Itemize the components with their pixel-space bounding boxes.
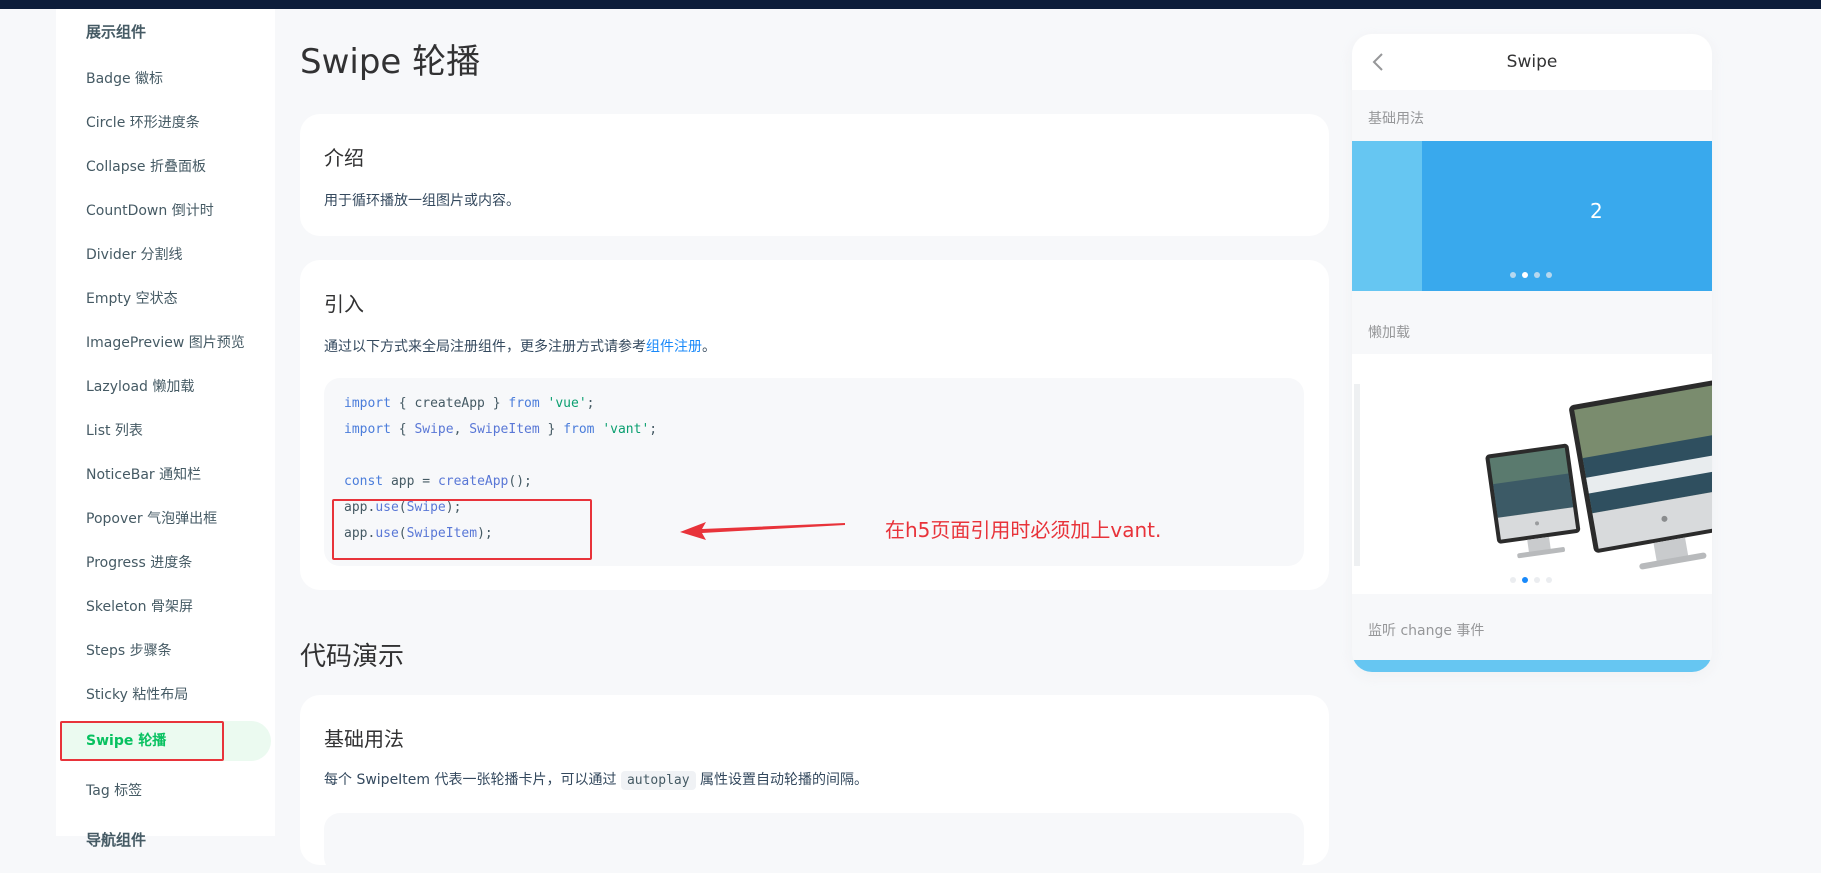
nav-group-title-next: 导航组件 (86, 831, 147, 849)
sidebar-item-steps[interactable]: Steps 步骤条 (86, 629, 256, 673)
demo-label-basic: 基础用法 (1368, 111, 1424, 127)
basic-text: 每个 SwipeItem 代表一张轮播卡片，可以通过 autoplay 属性设置… (324, 769, 869, 790)
intro-card: 介绍 用于循环播放一组图片或内容。 (300, 114, 1329, 236)
sidebar-item-list[interactable]: List 列表 (86, 409, 256, 453)
code-line: import { createApp } from 'vue'; (344, 396, 595, 411)
sidebar-nav: 展示组件 Badge 徽标 Circle 环形进度条 Collapse 折叠面板… (56, 9, 275, 849)
sidebar-item-skeleton[interactable]: Skeleton 骨架屏 (86, 585, 256, 629)
basic-text-after: 属性设置自动轮播的间隔。 (700, 772, 869, 788)
swipe-slide-number: 2 (1590, 199, 1603, 223)
page-title: Swipe 轮播 (300, 42, 481, 82)
nav-group-title: 展示组件 (86, 23, 147, 41)
sidebar-item-sticky[interactable]: Sticky 粘性布局 (86, 673, 256, 717)
indicator-dot (1510, 577, 1516, 583)
imac-image (1354, 380, 1712, 570)
indicator-dot (1534, 272, 1540, 278)
demo-label-change: 监听 change 事件 (1368, 623, 1485, 639)
component-register-link[interactable]: 组件注册 (646, 339, 702, 355)
intro-text: 用于循环播放一组图片或内容。 (324, 193, 520, 209)
top-bar (0, 0, 1821, 9)
sidebar-item-tag[interactable]: Tag 标签 (86, 769, 256, 813)
swipe-prev-slide (1352, 141, 1422, 291)
import-heading: 引入 (324, 292, 364, 316)
sidebar-item-empty[interactable]: Empty 空状态 (86, 277, 256, 321)
import-text-before: 通过以下方式来全局注册组件，更多注册方式请参考 (324, 339, 646, 355)
sidebar-item-lazyload[interactable]: Lazyload 懒加载 (86, 365, 256, 409)
code-line: import { Swipe, SwipeItem } from 'vant'; (344, 422, 658, 437)
demo-section-title: 代码演示 (300, 642, 405, 672)
swipe-indicators (1510, 272, 1552, 278)
demo-label-lazyload: 懒加载 (1368, 325, 1410, 341)
sidebar-item-progress[interactable]: Progress 进度条 (86, 541, 256, 585)
sidebar-highlight-box (60, 721, 224, 761)
sidebar-item-circle[interactable]: Circle 环形进度条 (86, 101, 256, 145)
sidebar-item-popover[interactable]: Popover 气泡弹出框 (86, 497, 256, 541)
preview-title: Swipe (1506, 52, 1558, 72)
inline-code-autoplay: autoplay (620, 771, 696, 790)
indicator-dot-active (1522, 272, 1528, 278)
sidebar-item-imagepreview[interactable]: ImagePreview 图片预览 (86, 321, 256, 365)
import-text: 通过以下方式来全局注册组件，更多注册方式请参考组件注册。 (324, 336, 716, 356)
indicator-dot (1546, 272, 1552, 278)
indicator-dot (1546, 577, 1552, 583)
basic-usage-card: 基础用法 每个 SwipeItem 代表一张轮播卡片，可以通过 autoplay… (300, 695, 1329, 873)
intro-heading: 介绍 (324, 146, 364, 170)
basic-text-before: 每个 SwipeItem 代表一张轮播卡片，可以通过 (324, 772, 617, 788)
lazyload-swipe[interactable] (1352, 354, 1712, 594)
code-highlight-box (332, 499, 592, 560)
indicator-dot (1534, 577, 1540, 583)
sidebar-item-collapse[interactable]: Collapse 折叠面板 (86, 145, 256, 189)
basic-swipe[interactable]: 2 (1352, 141, 1712, 291)
import-text-after: 。 (702, 339, 716, 355)
indicator-dot-active (1522, 577, 1528, 583)
indicator-dot (1510, 272, 1516, 278)
sidebar-item-badge[interactable]: Badge 徽标 (86, 57, 256, 101)
code-line: const app = createApp(); (344, 474, 532, 489)
sidebar-item-noticebar[interactable]: NoticeBar 通知栏 (86, 453, 256, 497)
basic-heading: 基础用法 (324, 727, 404, 751)
preview-nav-bar: Swipe (1352, 34, 1712, 90)
mobile-preview: Swipe 基础用法 2 懒加载 监听 change 事件 (1352, 34, 1712, 672)
sidebar-item-divider[interactable]: Divider 分割线 (86, 233, 256, 277)
lazyload-indicators (1510, 577, 1552, 583)
change-swipe[interactable] (1352, 660, 1712, 672)
annotation-text: 在h5页面引用时必须加上vant. (885, 518, 1162, 542)
basic-code-block (324, 813, 1304, 873)
annotation-arrow-icon (680, 522, 845, 540)
sidebar-item-countdown[interactable]: CountDown 倒计时 (86, 189, 256, 233)
